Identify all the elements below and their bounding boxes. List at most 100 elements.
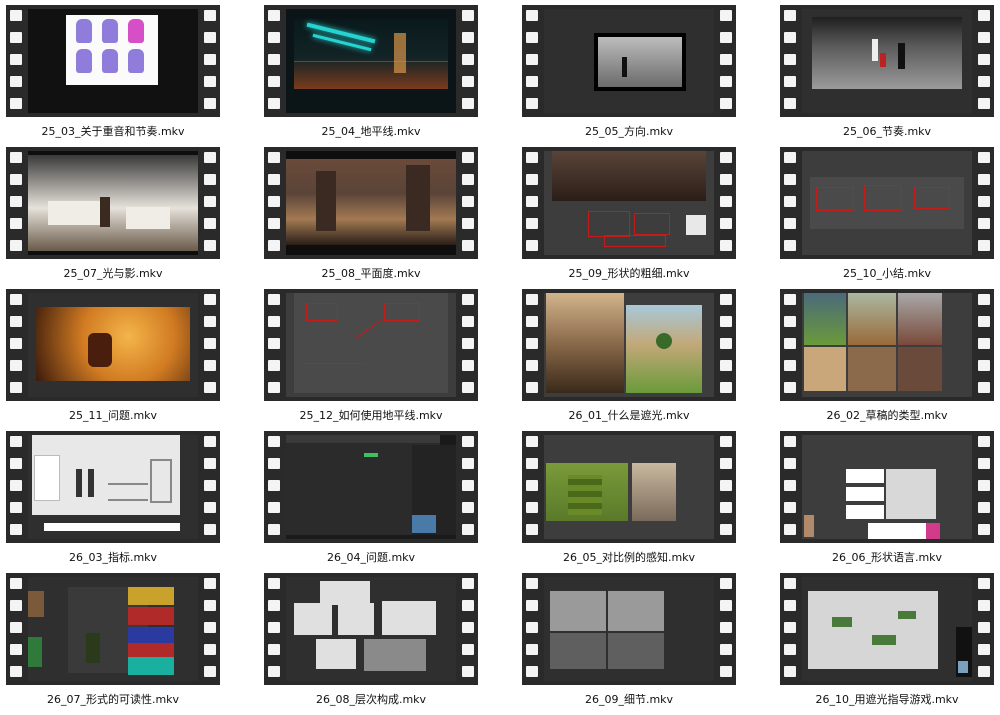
video-thumbnail[interactable]: [264, 573, 478, 685]
video-thumbnail[interactable]: [522, 147, 736, 259]
logo-card: [886, 469, 936, 519]
board: [316, 639, 356, 669]
file-item[interactable]: 25_04_地平线.mkv: [264, 5, 478, 147]
video-thumbnail[interactable]: [780, 573, 994, 685]
film-sprocket-strip-left: [522, 289, 542, 401]
sprocket-hole: [526, 152, 538, 163]
file-item[interactable]: 26_03_指标.mkv: [6, 431, 220, 573]
file-item[interactable]: 25_10_小结.mkv: [780, 147, 994, 289]
sprocket-hole: [784, 436, 796, 447]
file-item[interactable]: 25_05_方向.mkv: [522, 5, 736, 147]
video-thumbnail[interactable]: [522, 431, 736, 543]
band-yellow: [128, 587, 174, 605]
file-item[interactable]: 25_12_如何使用地平线.mkv: [264, 289, 478, 431]
sprocket-hole: [10, 436, 22, 447]
sprocket-hole: [268, 98, 280, 109]
thumbnail-frame: [28, 9, 198, 113]
video-thumbnail[interactable]: [522, 5, 736, 117]
sprocket-hole: [720, 578, 732, 589]
file-item[interactable]: 25_09_形状的粗细.mkv: [522, 147, 736, 289]
sprocket-hole: [720, 54, 732, 65]
film-sprocket-strip-right: [974, 431, 994, 543]
sprocket-hole: [204, 360, 216, 371]
video-thumbnail[interactable]: [6, 289, 220, 401]
thumbnail-frame: [544, 577, 714, 681]
video-thumbnail[interactable]: [6, 431, 220, 543]
thumbnail-frame: [28, 293, 198, 397]
video-thumbnail[interactable]: [522, 289, 736, 401]
file-item[interactable]: 26_01_什么是遮光.mkv: [522, 289, 736, 431]
film-sprocket-strip-right: [716, 289, 736, 401]
file-item[interactable]: 26_06_形状语言.mkv: [780, 431, 994, 573]
sprocket-hole: [10, 174, 22, 185]
sprocket-hole: [10, 240, 22, 251]
video-thumbnail[interactable]: [780, 147, 994, 259]
sprocket-hole: [784, 622, 796, 633]
video-thumbnail[interactable]: [264, 431, 478, 543]
film-sprocket-strip-right: [716, 573, 736, 685]
sprocket-hole: [978, 218, 990, 229]
sprocket-hole: [10, 54, 22, 65]
sprocket-hole: [526, 578, 538, 589]
sprocket-hole: [978, 382, 990, 393]
sprocket-hole: [462, 382, 474, 393]
sprocket-hole: [526, 436, 538, 447]
sprocket-hole: [720, 152, 732, 163]
file-item[interactable]: 25_07_光与影.mkv: [6, 147, 220, 289]
video-thumbnail[interactable]: [6, 5, 220, 117]
file-item[interactable]: 25_06_节奏.mkv: [780, 5, 994, 147]
board: [364, 639, 426, 671]
video-thumbnail[interactable]: [780, 5, 994, 117]
file-item[interactable]: 26_02_草稿的类型.mkv: [780, 289, 994, 431]
logo-card: [846, 469, 884, 483]
character-figure: [128, 49, 144, 73]
sketch-shape: [588, 211, 630, 237]
file-item[interactable]: 26_04_问题.mkv: [264, 431, 478, 573]
room-image: [550, 591, 606, 631]
sprocket-hole: [784, 338, 796, 349]
file-item[interactable]: 26_05_对比例的感知.mkv: [522, 431, 736, 573]
sprocket-hole: [720, 644, 732, 655]
sketch-shape: [634, 213, 670, 235]
video-thumbnail[interactable]: [6, 573, 220, 685]
thumbnail-frame: [802, 435, 972, 539]
file-item[interactable]: 25_08_平面度.mkv: [264, 147, 478, 289]
video-thumbnail[interactable]: [522, 573, 736, 685]
video-thumbnail[interactable]: [780, 289, 994, 401]
sprocket-hole: [784, 240, 796, 251]
logo-card: [846, 505, 884, 519]
collage-image: [848, 347, 896, 391]
file-item[interactable]: 26_07_形式的可读性.mkv: [6, 573, 220, 715]
video-thumbnail[interactable]: [264, 289, 478, 401]
video-thumbnail[interactable]: [264, 147, 478, 259]
file-name-label: 26_06_形状语言.mkv: [831, 551, 943, 564]
sprocket-hole: [784, 316, 796, 327]
board: [320, 581, 370, 605]
video-thumbnail[interactable]: [264, 5, 478, 117]
video-thumbnail[interactable]: [6, 147, 220, 259]
sprocket-hole: [784, 578, 796, 589]
sprocket-hole: [784, 524, 796, 535]
file-item[interactable]: 25_03_关于重音和节奏.mkv: [6, 5, 220, 147]
sprocket-hole: [268, 666, 280, 677]
sprocket-hole: [268, 174, 280, 185]
sprocket-hole: [268, 458, 280, 469]
file-item[interactable]: 26_09_细节.mkv: [522, 573, 736, 715]
collage-image: [804, 293, 846, 345]
sprocket-hole: [462, 644, 474, 655]
sprocket-hole: [268, 316, 280, 327]
sprocket-hole: [784, 360, 796, 371]
film-sprocket-strip-right: [716, 431, 736, 543]
sprocket-hole: [462, 294, 474, 305]
lamp-glow: [394, 33, 406, 73]
sprocket-hole: [462, 666, 474, 677]
sprocket-hole: [526, 98, 538, 109]
sprocket-hole: [10, 480, 22, 491]
sprocket-hole: [204, 54, 216, 65]
character-figure: [102, 19, 118, 43]
video-thumbnail[interactable]: [780, 431, 994, 543]
file-item[interactable]: 25_11_问题.mkv: [6, 289, 220, 431]
file-item[interactable]: 26_08_层次构成.mkv: [264, 573, 478, 715]
sprocket-hole: [978, 294, 990, 305]
file-item[interactable]: 26_10_用遮光指导游戏.mkv: [780, 573, 994, 715]
